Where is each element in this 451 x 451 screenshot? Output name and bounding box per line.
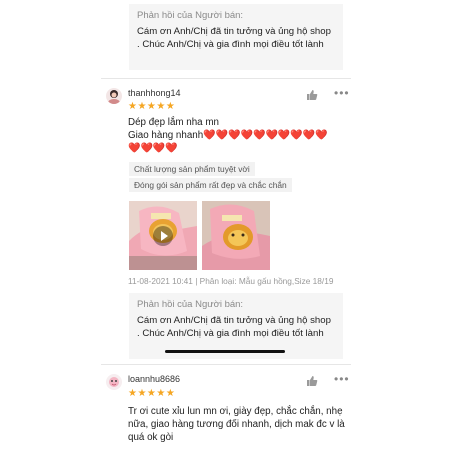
review-video-thumbnail[interactable] [129,201,197,270]
avatar[interactable] [106,374,122,390]
review-text: Dép đẹp lắm nha mn Giao hàng nhanh❤️❤️❤️… [128,116,348,155]
play-icon[interactable] [153,226,173,246]
review-photo-thumbnail[interactable] [202,201,270,270]
star-rating: ★★★★★ [128,388,176,399]
review-tag: Chất lượng sản phẩm tuyệt vời [129,162,255,176]
hearts-emoji: ❤️❤️❤️❤️ [128,143,178,154]
avatar[interactable] [106,88,122,104]
review-line: Giao hàng nhanh❤️❤️❤️❤️❤️❤️❤️❤️❤️❤️ [128,129,348,142]
star-rating: ★★★★★ [128,101,176,112]
review-line: Dép đẹp lắm nha mn [128,117,219,128]
seller-reply-text: Cám ơn Anh/Chị đã tin tưởng và ủng hộ sh… [137,26,331,50]
review-text: Tr ơi cute xỉu lun mn ơi, giày đẹp, chắc… [128,406,345,443]
review-meta: 11-08-2021 10:41 | Phân loại: Mẫu gấu hồ… [128,276,334,286]
home-indicator[interactable] [165,350,285,353]
seller-reply-text: Cám ơn Anh/Chị đã tin tưởng và ủng hộ sh… [137,315,331,339]
reviewer-username[interactable]: thanhhong14 [128,88,181,98]
more-icon[interactable]: ••• [334,87,350,99]
reviewer-username[interactable]: loannhu8686 [128,374,180,384]
seller-reply-title: Phản hồi của Người bán: [137,299,244,310]
seller-reply-box: Phản hồi của Người bán: Cám ơn Anh/Chị đ… [129,4,343,70]
review-tag: Đóng gói sản phẩm rất đẹp và chắc chắn [129,178,292,192]
review-photo-strip [129,446,269,451]
divider [101,78,351,79]
thumbs-up-icon[interactable] [306,374,318,386]
more-icon[interactable]: ••• [334,373,350,385]
divider [101,364,351,365]
seller-reply-title: Phản hồi của Người bán: [137,10,244,21]
hearts-emoji: ❤️❤️❤️❤️❤️❤️❤️❤️❤️❤️ [203,130,328,141]
thumbs-up-icon[interactable] [306,88,318,100]
review-line-text: Giao hàng nhanh [128,130,204,141]
